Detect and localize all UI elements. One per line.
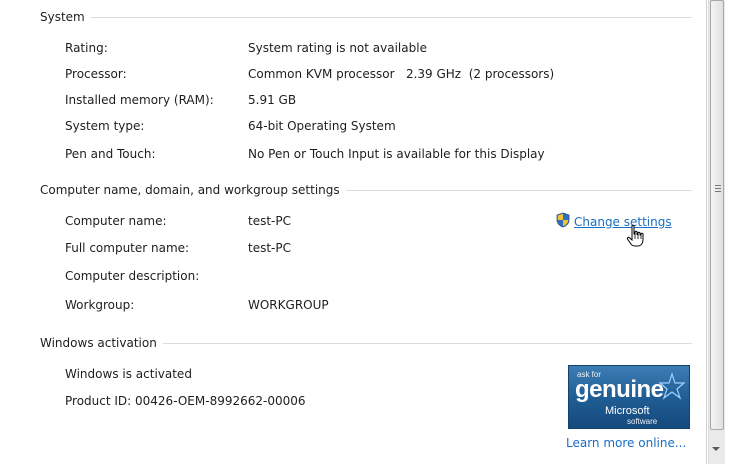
change-settings-link[interactable]: Change settings xyxy=(555,212,672,231)
memory-row: Installed memory (RAM): 5.91 GB xyxy=(65,91,296,109)
system-type-row: System type: 64-bit Operating System xyxy=(65,117,396,135)
activation-status-row: Windows is activated xyxy=(65,365,192,383)
activation-status: Windows is activated xyxy=(65,367,192,381)
scroll-down-arrow-icon[interactable] xyxy=(712,447,720,451)
memory-label: Installed memory (RAM): xyxy=(65,93,214,107)
group-divider xyxy=(345,189,692,191)
window-edge xyxy=(726,0,735,464)
computer-name-label: Computer name: xyxy=(65,214,167,228)
badge-genuine-text: genuine xyxy=(575,376,664,403)
rating-row: Rating: System rating is not available xyxy=(65,39,427,57)
pen-touch-value: No Pen or Touch Input is available for t… xyxy=(248,147,545,161)
group-divider xyxy=(90,16,692,18)
pen-touch-row: Pen and Touch: No Pen or Touch Input is … xyxy=(65,145,545,163)
system-rating-link[interactable]: System rating is not available xyxy=(248,41,427,55)
system-type-value: 64-bit Operating System xyxy=(248,119,396,133)
rating-label: Rating: xyxy=(65,41,108,55)
badge-software-text: software xyxy=(627,417,658,426)
product-id: Product ID: 00426-OEM-8992662-00006 xyxy=(65,394,306,408)
pen-touch-label: Pen and Touch: xyxy=(65,147,156,161)
computer-description-label: Computer description: xyxy=(65,269,200,283)
workgroup-value: WORKGROUP xyxy=(248,298,329,312)
workgroup-row: Workgroup: WORKGROUP xyxy=(65,296,329,314)
vertical-scrollbar[interactable] xyxy=(708,0,725,464)
computer-name-row: Computer name: test-PC xyxy=(65,212,291,230)
activation-group-title: Windows activation xyxy=(40,336,157,350)
memory-value: 5.91 GB xyxy=(248,93,297,107)
system-group-title: System xyxy=(40,10,85,24)
hand-pointer-cursor-icon xyxy=(625,224,647,251)
computer-description-row: Computer description: xyxy=(65,267,248,285)
star-icon xyxy=(657,372,687,405)
full-computer-name-label: Full computer name: xyxy=(65,241,190,255)
workgroup-label: Workgroup: xyxy=(65,298,135,312)
activation-group-header: Windows activation xyxy=(40,336,692,350)
product-id-row: Product ID: 00426-OEM-8992662-00006 xyxy=(65,392,306,410)
computer-name-value: test-PC xyxy=(248,214,291,228)
computer-name-group-header: Computer name, domain, and workgroup set… xyxy=(40,183,692,197)
genuine-microsoft-badge[interactable]: ask for genuine Microsoft software xyxy=(568,365,690,429)
full-computer-name-value: test-PC xyxy=(248,241,291,255)
processor-row: Processor: Common KVM processor 2.39 GHz… xyxy=(65,65,554,83)
badge-microsoft-text: Microsoft xyxy=(605,405,650,417)
scrollbar-thumb[interactable] xyxy=(710,0,724,430)
group-divider xyxy=(162,342,692,344)
processor-label: Processor: xyxy=(65,67,127,81)
computer-name-group-title: Computer name, domain, and workgroup set… xyxy=(40,183,340,197)
system-properties-panel: System Rating: System rating is not avai… xyxy=(0,0,707,464)
system-group-header: System xyxy=(40,10,692,24)
change-settings-label: Change settings xyxy=(574,214,672,229)
uac-shield-icon xyxy=(555,212,571,231)
processor-value: Common KVM processor 2.39 GHz (2 process… xyxy=(248,67,555,81)
system-type-label: System type: xyxy=(65,119,145,133)
learn-more-online-link[interactable]: Learn more online... xyxy=(566,436,686,450)
full-computer-name-row: Full computer name: test-PC xyxy=(65,239,291,257)
scrollbar-grip-icon xyxy=(715,185,721,192)
